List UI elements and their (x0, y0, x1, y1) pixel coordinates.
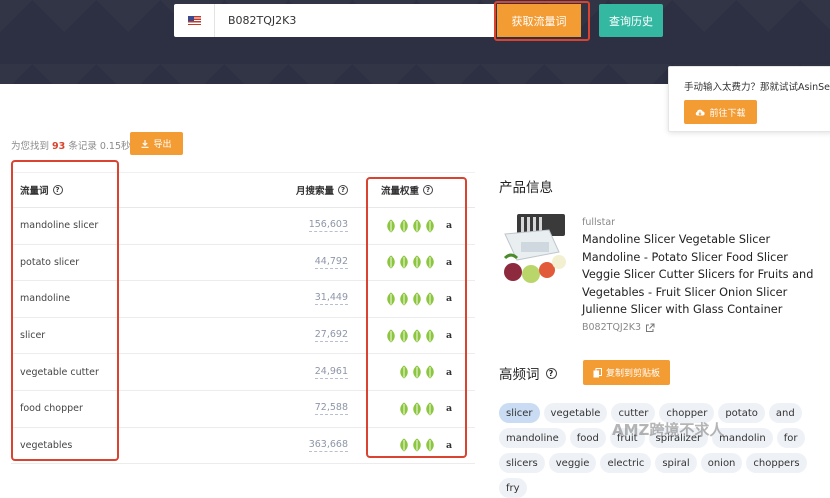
external-link-icon[interactable] (645, 323, 655, 333)
copy-icon (593, 367, 602, 377)
volume-cell: 363,668 (261, 439, 348, 452)
product-asin[interactable]: B082TQJ2K3 (582, 322, 655, 333)
product-title[interactable]: Mandoline Slicer Vegetable Slicer Mandol… (582, 231, 827, 319)
keyword-chip[interactable]: slicers (499, 453, 545, 473)
asinsee-promo-card: 手动输入太费力？那就试试AsinSee 前往下载 (668, 66, 830, 132)
export-button[interactable]: 导出 (130, 132, 183, 155)
product-brand[interactable]: fullstar (582, 217, 615, 228)
download-button[interactable]: 前往下载 (684, 100, 757, 124)
product-info-title: 产品信息 (499, 180, 553, 196)
header-volume-label: 月搜索量 (295, 186, 334, 197)
search-volume[interactable]: 72,588 (314, 402, 348, 416)
result-count: 93 (52, 141, 66, 152)
keyword-chip[interactable]: for (776, 428, 805, 448)
volume-cell: 27,692 (261, 329, 348, 343)
keyword-chip[interactable]: choppers (746, 453, 807, 473)
summary-suffix: 条记录 0.15秒 (68, 141, 131, 152)
keyword-chip[interactable]: potato (718, 403, 765, 423)
highlight-box-get-button (494, 1, 590, 41)
keyword-chip[interactable]: food (569, 428, 606, 448)
asin-input[interactable] (215, 5, 485, 36)
high-frequency-title: 高频词 ? (499, 363, 557, 383)
summary-prefix: 为您找到 (11, 141, 50, 152)
header-volume[interactable]: 月搜索量 ? (261, 183, 348, 197)
search-volume[interactable]: 363,668 (308, 439, 348, 452)
marketplace-selector[interactable] (174, 4, 215, 37)
volume-cell: 156,603 (261, 219, 348, 233)
high-frequency-label: 高频词 (499, 367, 540, 383)
keyword-chip[interactable]: veggie (548, 453, 597, 473)
cloud-download-icon (696, 109, 706, 116)
result-summary: 为您找到 93 条记录 0.15秒 (11, 138, 131, 152)
search-volume[interactable]: 156,603 (308, 219, 348, 233)
keyword-chip[interactable]: spiral (655, 453, 697, 473)
product-image[interactable] (499, 212, 569, 287)
search-volume[interactable]: 24,961 (314, 366, 348, 379)
keyword-chip[interactable]: electric (600, 453, 652, 473)
watermark-text: AMZ跨境不求人 (612, 421, 725, 439)
keyword-chip[interactable]: onion (700, 453, 743, 473)
volume-cell: 31,449 (261, 292, 348, 306)
search-volume[interactable]: 44,792 (314, 256, 348, 269)
highlight-box-keywords (11, 160, 119, 461)
keyword-chip[interactable]: and (768, 403, 802, 423)
copy-to-clipboard-button[interactable]: 复制到剪贴板 (583, 360, 670, 385)
asin-search-box (174, 4, 496, 37)
volume-cell: 24,961 (261, 366, 348, 379)
search-volume[interactable]: 27,692 (314, 329, 348, 343)
keyword-chip[interactable]: mandoline (499, 428, 566, 448)
export-button-label: 导出 (153, 140, 172, 150)
highlight-box-weight (366, 177, 467, 458)
high-frequency-chips: slicer vegetable cutter chopper potato and man… (499, 403, 829, 498)
us-flag-icon (187, 16, 201, 25)
promo-text: 手动输入太费力？那就试试AsinSee (684, 82, 830, 93)
help-icon[interactable]: ? (545, 367, 557, 379)
keyword-chip[interactable]: fry (499, 478, 527, 498)
volume-cell: 44,792 (261, 256, 348, 269)
copy-button-label: 复制到剪贴板 (605, 369, 660, 379)
query-history-button[interactable]: 查询历史 (599, 4, 663, 37)
download-icon (141, 139, 149, 148)
download-button-label: 前往下载 (709, 108, 746, 119)
product-asin-text: B082TQJ2K3 (582, 322, 642, 333)
keyword-chip[interactable]: vegetable (543, 403, 608, 423)
help-icon[interactable]: ? (338, 185, 348, 195)
search-volume[interactable]: 31,449 (314, 292, 348, 306)
keyword-chip[interactable]: slicer (499, 403, 540, 423)
volume-cell: 72,588 (261, 402, 348, 416)
